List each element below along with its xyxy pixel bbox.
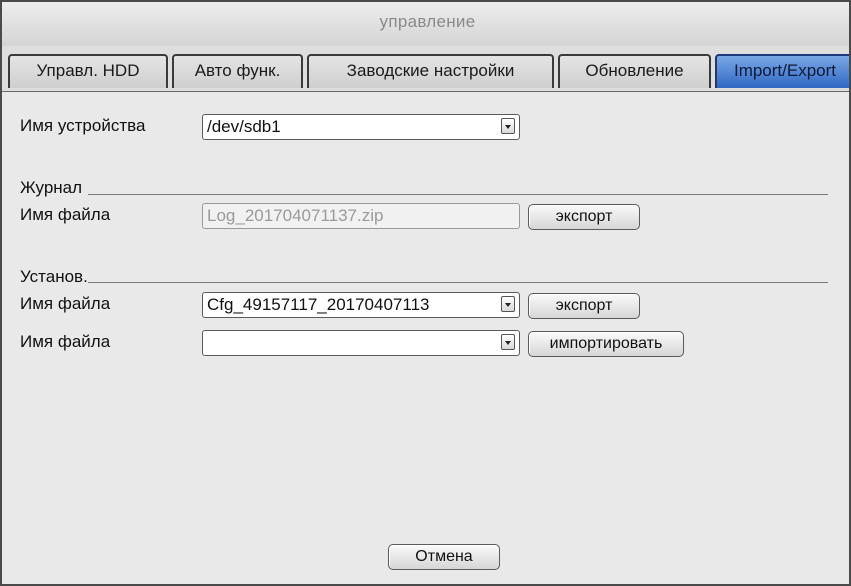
tab-bar: Управл. HDD Авто функ. Заводские настрой… [2,46,849,92]
cancel-button[interactable]: Отмена [388,544,500,570]
device-select[interactable]: /dev/sdb1 [202,114,520,140]
tab-import-export[interactable]: Import/Export [715,54,849,88]
journal-file-value: Log_201704071137.zip [207,206,384,225]
settings-import-file-label: Имя файла [20,332,111,351]
chevron-down-icon[interactable] [501,296,515,312]
chevron-down-icon[interactable] [501,118,515,134]
settings-import-file-select[interactable] [202,330,520,356]
management-dialog: управление Управл. HDD Авто функ. Заводс… [0,0,851,586]
journal-file-label: Имя файла [20,205,111,224]
journal-section-label: Журнал [20,178,83,197]
settings-section-label: Установ. [20,267,88,286]
tab-factory-settings[interactable]: Заводские настройки [307,54,554,88]
settings-section-divider [88,282,828,283]
settings-export-file-value: Cfg_49157117_20170407113 [207,295,430,314]
tab-update[interactable]: Обновление [558,54,711,88]
journal-file-field: Log_201704071137.zip [202,203,520,229]
journal-export-button[interactable]: экспорт [528,204,640,230]
dialog-title: управление [2,2,849,47]
tab-hdd-management[interactable]: Управл. HDD [8,54,168,88]
settings-export-file-select[interactable]: Cfg_49157117_20170407113 [202,292,520,318]
tab-auto-functions[interactable]: Авто функ. [172,54,303,88]
settings-import-button[interactable]: импортировать [528,331,684,357]
settings-export-button[interactable]: экспорт [528,293,640,319]
device-select-value: /dev/sdb1 [207,117,281,136]
chevron-down-icon[interactable] [501,334,515,350]
settings-export-file-label: Имя файла [20,294,111,313]
journal-section-divider [88,194,828,195]
import-export-panel: Имя устройства /dev/sdb1 Журнал Имя файл… [14,92,849,584]
device-name-label: Имя устройства [20,116,146,135]
